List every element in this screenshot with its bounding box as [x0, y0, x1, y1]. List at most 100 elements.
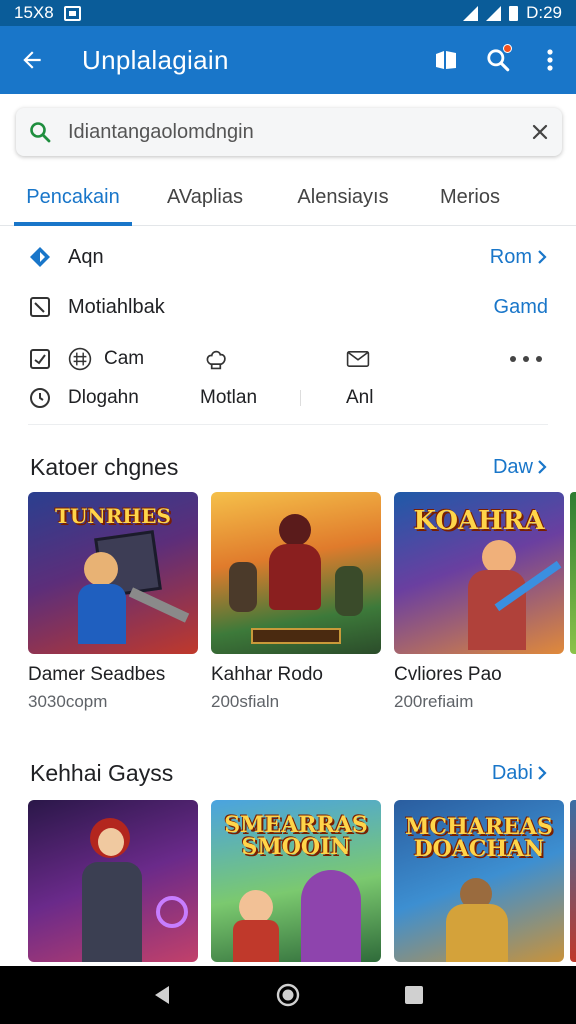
notification-icon	[63, 5, 81, 21]
quick-link-label: Rom	[489, 245, 532, 268]
quick-item-motlan[interactable]: Motlan	[200, 381, 257, 415]
section-header: Katoer chgnes Daw	[30, 450, 548, 484]
quick-link-rom[interactable]: Rom	[490, 246, 548, 269]
artwork-shape	[233, 920, 279, 962]
game-meta: 200sfialn	[211, 692, 280, 711]
chef-hat-icon	[204, 347, 228, 371]
tab-alensiayis[interactable]: Alensiayıs	[278, 168, 408, 226]
back-button[interactable]	[0, 26, 64, 94]
search-input[interactable]	[68, 120, 530, 144]
game-thumbnail: MCHAREAS DOACHAN	[394, 800, 564, 962]
game-thumbnail	[28, 800, 198, 962]
more-horiz-icon	[510, 356, 542, 362]
quick-item-dlogahn[interactable]: Dlogahn	[28, 381, 139, 415]
tab-avaplias[interactable]: AVaplias	[148, 168, 262, 226]
status-clock: D:29	[526, 3, 562, 22]
battery-icon	[509, 5, 519, 21]
quick-item-label: Dlogahn	[68, 387, 139, 408]
game-thumbnail: KOAHRA	[394, 492, 564, 654]
game-card-peek[interactable]	[570, 492, 576, 654]
artwork-shape	[128, 587, 190, 623]
section-title: Katoer chgnes	[30, 453, 179, 480]
tag-icon	[28, 245, 52, 269]
mail-icon	[346, 347, 370, 371]
artwork-shape	[269, 544, 321, 610]
nav-recents-icon[interactable]	[403, 984, 425, 1006]
app-title: Unplalagiain	[82, 44, 229, 75]
game-title: Kahhar Rodo	[211, 664, 323, 685]
section-title: Kehhai Gayss	[30, 759, 174, 786]
tab-bar: Pencakain AVaplias Alensiayıs Merios	[0, 168, 576, 226]
artwork-shape	[78, 584, 126, 644]
artwork-shape	[239, 890, 273, 924]
game-card[interactable]: MCHAREAS DOACHAN	[394, 800, 564, 962]
section-more-link[interactable]: Dabi	[492, 762, 548, 785]
chef-button[interactable]	[204, 342, 228, 376]
search-button[interactable]	[472, 26, 524, 94]
game-card[interactable]: SMEARRAS SMOOIN	[211, 800, 381, 962]
separator	[300, 390, 301, 406]
artwork-shape	[446, 904, 508, 962]
quick-link-gamd[interactable]: Gamd	[494, 296, 548, 319]
system-nav-bar	[0, 966, 576, 1024]
game-meta: 3030copm	[28, 692, 108, 711]
overflow-menu-button[interactable]	[524, 26, 576, 94]
globe-icon	[68, 347, 92, 371]
artwork-shape	[301, 870, 361, 962]
artwork-shape	[482, 540, 516, 574]
checkbox-icon	[28, 347, 52, 371]
artwork-shape	[251, 628, 341, 644]
divider	[28, 424, 548, 425]
game-card-peek[interactable]	[570, 800, 576, 962]
shopping-bag-icon	[436, 51, 456, 69]
game-card[interactable]: TUNRHES Damer Seadbes 3030copm	[28, 492, 198, 712]
quick-item-cam[interactable]: Cam	[28, 342, 144, 376]
game-card[interactable]: Kahhar Rodo 200sfialn	[211, 492, 381, 712]
chevron-right-icon	[538, 460, 547, 474]
chevron-right-icon	[538, 250, 547, 264]
chevron-right-icon	[538, 766, 547, 780]
game-thumbnail: SMEARRAS SMOOIN	[211, 800, 381, 962]
wifi-icon	[463, 5, 479, 21]
nav-back-icon[interactable]	[151, 984, 173, 1006]
game-card[interactable]: KOAHRA Cvliores Pao 200refiaim	[394, 492, 564, 712]
arrow-back-icon	[23, 51, 41, 69]
thumbnail-banner: TUNRHES	[55, 504, 171, 528]
artwork-shape	[82, 862, 142, 962]
app-bar: Unplalagiain	[0, 26, 576, 94]
quick-row-apps[interactable]: Aqn Rom	[28, 240, 548, 274]
thumbnail-banner: MCHAREAS DOACHAN	[405, 814, 553, 862]
search-bar	[16, 108, 562, 156]
quick-item-anl[interactable]: Anl	[346, 381, 373, 415]
thumbnail-banner: SMEARRAS SMOOIN	[224, 812, 368, 860]
store-button[interactable]	[420, 26, 472, 94]
artwork-shape	[468, 570, 526, 650]
game-title: Cvliores Pao	[394, 664, 502, 685]
thumbnail-banner: KOAHRA	[413, 506, 545, 536]
quick-row-downloads[interactable]: Motiahlbak Gamd	[28, 290, 548, 324]
status-time: 15X8	[14, 3, 54, 22]
artwork-shape	[98, 828, 124, 856]
more-button[interactable]	[508, 342, 544, 376]
artwork-shape	[229, 562, 257, 612]
artwork-shape	[335, 566, 363, 616]
tab-merios[interactable]: Merios	[420, 168, 520, 226]
section-more-label: Daw	[492, 455, 533, 478]
clock-icon	[28, 386, 52, 410]
game-title: Damer Seadbes	[28, 664, 166, 685]
nav-home-icon[interactable]	[276, 983, 300, 1007]
artwork-shape	[279, 514, 311, 546]
search-icon	[30, 122, 51, 143]
tab-pencakain[interactable]: Pencakain	[14, 168, 132, 226]
section-more-link[interactable]: Daw	[493, 456, 548, 479]
section-header: Kehhai Gayss Dabi	[30, 756, 548, 790]
close-icon[interactable]	[530, 122, 550, 142]
quick-label: Aqn	[68, 245, 104, 268]
game-meta: 200refiaim	[394, 692, 474, 711]
mail-button[interactable]	[346, 342, 370, 376]
quick-label: Motiahlbak	[68, 295, 165, 318]
game-card[interactable]	[28, 800, 198, 962]
game-thumbnail: TUNRHES	[28, 492, 198, 654]
quick-item-label: Cam	[104, 348, 145, 369]
game-thumbnail	[211, 492, 381, 654]
